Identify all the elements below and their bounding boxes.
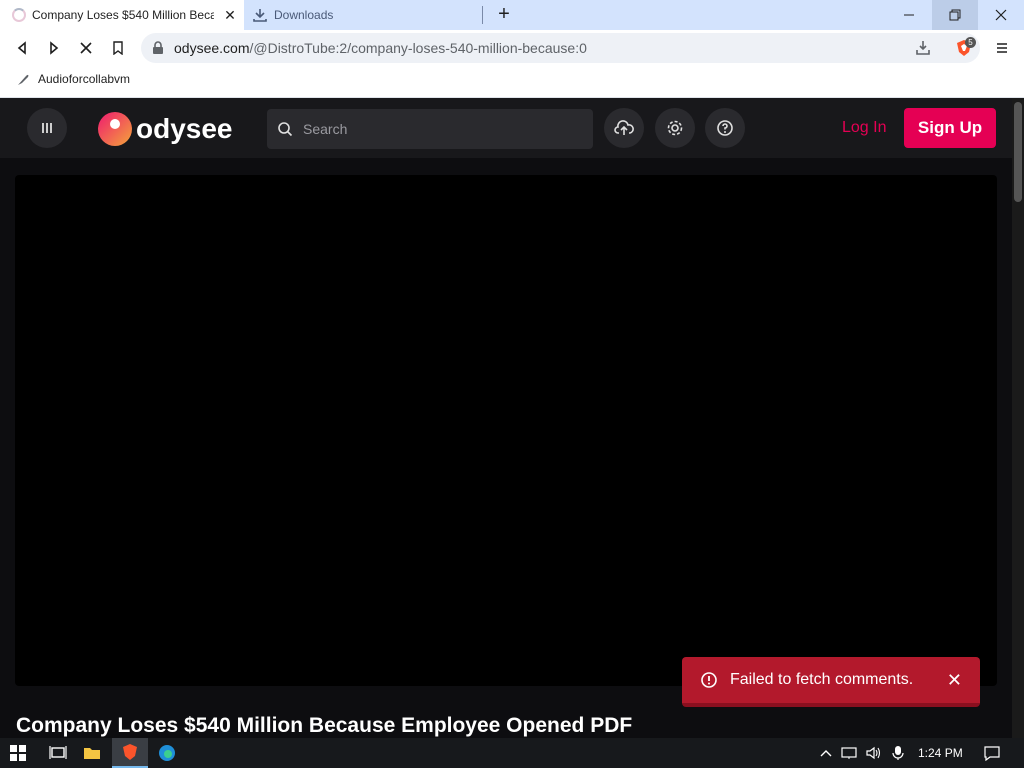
odysee-logo[interactable]: odysee <box>98 112 233 146</box>
bookmark-label: Audioforcollabvm <box>38 72 131 86</box>
error-toast: Failed to fetch comments. ✕ <box>682 657 980 707</box>
lock-icon <box>153 41 163 54</box>
task-view-button[interactable] <box>40 738 76 768</box>
hamburger-menu-icon <box>997 43 1007 53</box>
brave-shields-icon[interactable]: 5 <box>955 37 976 57</box>
minimize-button[interactable] <box>886 0 932 30</box>
search-icon <box>278 122 293 137</box>
tab-downloads[interactable]: Downloads <box>244 0 484 30</box>
page-scrollbar[interactable] <box>1012 98 1024 738</box>
help-button[interactable] <box>705 108 745 148</box>
tab-title: Downloads <box>274 8 334 22</box>
chevron-up-icon <box>820 750 832 757</box>
bookmark-button[interactable] <box>108 38 128 58</box>
signup-button[interactable]: Sign Up <box>904 108 996 148</box>
page-content: odysee Log In Sign Up Failed to fetch co… <box>0 98 1012 738</box>
folder-icon <box>84 748 100 759</box>
edge-taskbar-button[interactable] <box>149 738 185 768</box>
toast-message: Failed to fetch comments. <box>730 671 914 688</box>
brave-icon <box>123 744 137 760</box>
search-box[interactable] <box>267 109 593 149</box>
back-button[interactable] <box>12 38 32 58</box>
url-path: /@DistroTube:2/company-loses-540-million… <box>249 40 587 56</box>
toast-close-icon[interactable]: ✕ <box>947 670 962 691</box>
scrollbar-thumb[interactable] <box>1014 102 1022 202</box>
taskbar-clock[interactable]: 1:24 PM <box>918 746 963 760</box>
shields-count-badge: 5 <box>965 37 976 48</box>
back-arrow-icon <box>17 41 26 55</box>
tab-close-icon[interactable]: ✕ <box>222 7 238 23</box>
odysee-logo-icon <box>98 112 132 146</box>
cloud-upload-icon <box>614 120 634 135</box>
browser-toolbar: odysee.com/@DistroTube:2/company-loses-5… <box>0 30 1024 66</box>
edge-icon <box>159 745 175 761</box>
sidebar-toggle-button[interactable] <box>27 108 67 148</box>
gear-icon <box>667 120 683 136</box>
video-title: Company Loses $540 Million Because Emplo… <box>16 714 633 737</box>
file-explorer-button[interactable] <box>74 738 110 768</box>
minimize-icon <box>904 14 914 16</box>
windows-taskbar: 1:24 PM <box>0 738 1024 768</box>
tab-active[interactable]: Company Loses $540 Million Because Emplo… <box>0 0 244 30</box>
upload-button[interactable] <box>604 108 644 148</box>
microphone-icon <box>892 746 904 760</box>
help-icon <box>717 120 733 136</box>
new-tab-button[interactable]: + <box>494 4 514 25</box>
restore-button[interactable] <box>932 0 978 30</box>
restore-icon <box>949 9 961 21</box>
menu-button[interactable] <box>992 38 1012 58</box>
address-url: odysee.com/@DistroTube:2/company-loses-5… <box>174 40 587 56</box>
loading-spinner-icon <box>12 8 26 22</box>
forward-button[interactable] <box>44 38 64 58</box>
close-icon <box>995 9 1007 21</box>
network-icon <box>841 747 857 759</box>
site-header: odysee Log In Sign Up <box>0 98 1012 158</box>
forward-arrow-icon <box>50 41 59 55</box>
sidebar-menu-icon <box>42 123 52 133</box>
browser-tab-strip: Company Loses $540 Million Because Emplo… <box>0 0 1024 30</box>
logo-text: odysee <box>136 113 233 144</box>
settings-button[interactable] <box>655 108 695 148</box>
tab-title: Company Loses $540 Million Because Emplo… <box>32 8 214 22</box>
video-player[interactable] <box>15 175 997 686</box>
brave-taskbar-button[interactable] <box>112 738 148 768</box>
tab-separator <box>482 6 483 24</box>
login-link[interactable]: Log In <box>842 119 886 137</box>
task-view-icon <box>49 746 67 759</box>
speaker-icon <box>866 746 881 760</box>
stop-icon <box>80 42 92 54</box>
stop-loading-button[interactable] <box>76 38 96 58</box>
alert-circle-icon <box>701 672 717 688</box>
action-center-button[interactable] <box>974 738 1010 768</box>
feather-icon <box>18 74 29 85</box>
microphone-button[interactable] <box>884 738 912 768</box>
bookmark-item[interactable]: Audioforcollabvm <box>16 72 130 86</box>
search-input[interactable] <box>303 121 573 137</box>
bookmarks-bar: Audioforcollabvm <box>0 66 1024 98</box>
url-host: odysee.com <box>174 40 250 56</box>
close-window-button[interactable] <box>978 0 1024 30</box>
start-button[interactable] <box>0 738 36 768</box>
bookmark-icon <box>113 41 123 55</box>
download-icon <box>253 9 267 22</box>
install-app-icon[interactable] <box>915 40 931 56</box>
address-bar[interactable]: odysee.com/@DistroTube:2/company-loses-5… <box>141 33 980 63</box>
notification-icon <box>984 746 1000 761</box>
windows-logo-icon <box>10 745 26 761</box>
